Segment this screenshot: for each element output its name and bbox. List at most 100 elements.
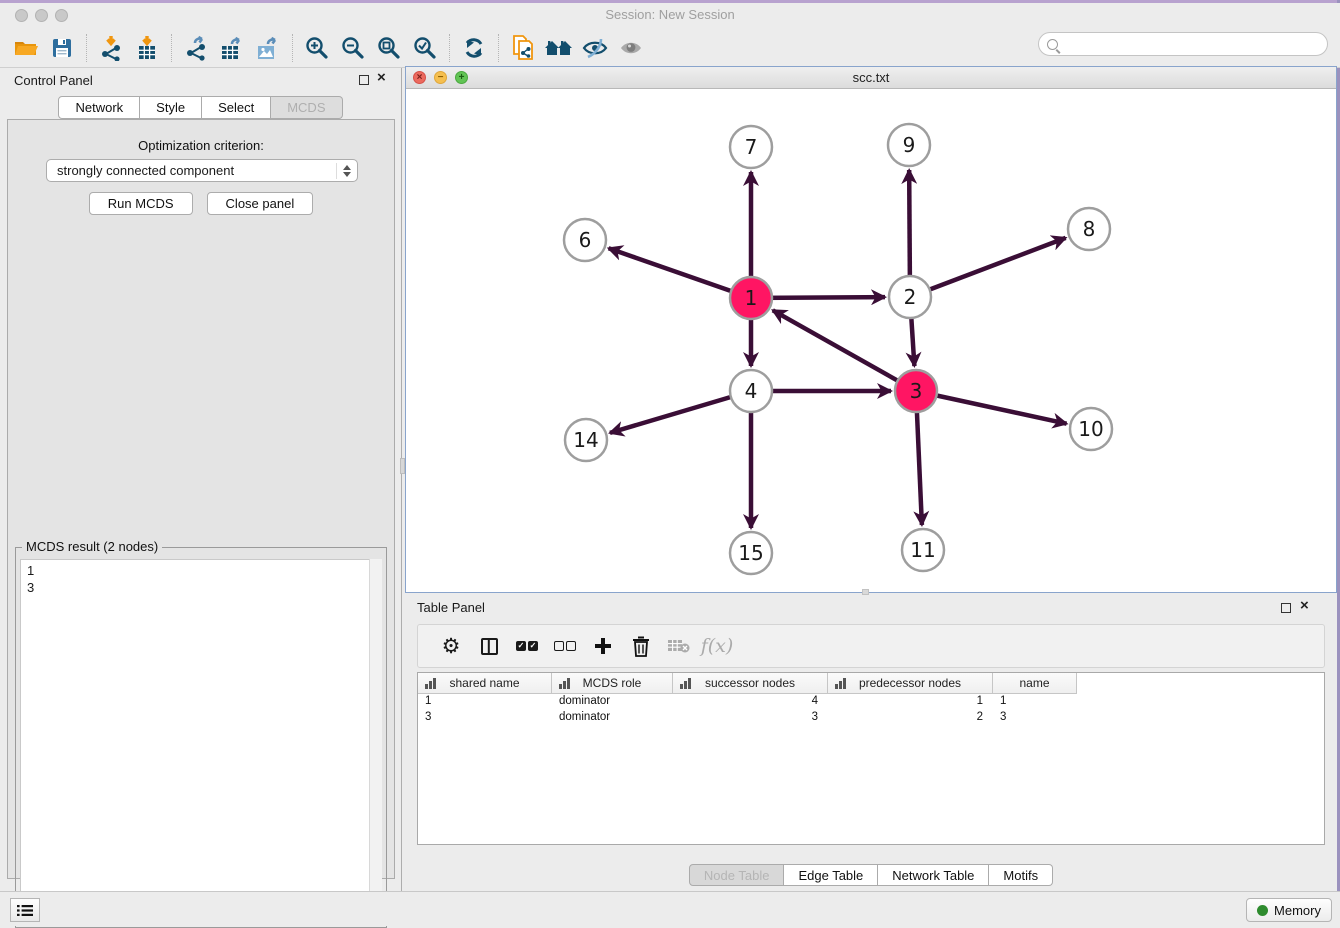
column-header-successor-nodes[interactable]: successor nodes bbox=[673, 673, 828, 694]
add-column-button[interactable] bbox=[584, 628, 622, 664]
cell-name[interactable]: 1 bbox=[993, 694, 1077, 710]
graph-node-6[interactable]: 6 bbox=[564, 219, 606, 261]
select-all-rows-button[interactable]: ✓✓ bbox=[508, 628, 546, 664]
float-panel-icon[interactable] bbox=[359, 75, 369, 85]
close-panel-button[interactable]: Close panel bbox=[207, 192, 314, 215]
save-session-button[interactable] bbox=[44, 32, 80, 64]
close-panel-icon[interactable]: × bbox=[377, 70, 386, 86]
graph-node-7[interactable]: 7 bbox=[730, 126, 772, 168]
toolbar-separator bbox=[292, 34, 293, 62]
cell-successor-nodes[interactable]: 4 bbox=[673, 694, 828, 710]
memory-status-icon bbox=[1257, 905, 1268, 916]
graph-edge-1-6[interactable] bbox=[609, 248, 751, 298]
zoom-out-button[interactable] bbox=[335, 32, 371, 64]
network-window-titlebar: × − + scc.txt bbox=[406, 67, 1336, 89]
cell-predecessor-nodes[interactable]: 1 bbox=[828, 694, 993, 710]
cell-shared-name[interactable]: 1 bbox=[418, 694, 552, 710]
result-scrollbar[interactable] bbox=[369, 559, 382, 923]
open-session-button[interactable] bbox=[8, 32, 44, 64]
cell-successor-nodes[interactable]: 3 bbox=[673, 710, 828, 726]
cell-MCDS-role[interactable]: dominator bbox=[552, 710, 673, 726]
home-button[interactable] bbox=[541, 32, 577, 64]
tab-network[interactable]: Network bbox=[58, 96, 140, 119]
column-sort-icon[interactable] bbox=[835, 678, 846, 692]
function-builder-button[interactable]: f(x) bbox=[698, 628, 736, 664]
close-panel-icon[interactable]: × bbox=[1300, 598, 1309, 614]
tab-style[interactable]: Style bbox=[140, 96, 202, 119]
graph-edge-2-8[interactable] bbox=[910, 238, 1066, 297]
table-panel-title: Table Panel bbox=[417, 600, 485, 615]
zoom-in-button[interactable] bbox=[299, 32, 335, 64]
graph-edge-3-1[interactable] bbox=[773, 310, 916, 391]
control-panel-title: Control Panel bbox=[14, 73, 93, 88]
delete-table-button[interactable] bbox=[660, 628, 698, 664]
import-network-button[interactable] bbox=[93, 32, 129, 64]
graph-node-1[interactable]: 1 bbox=[730, 277, 772, 319]
tab-edge-table[interactable]: Edge Table bbox=[784, 864, 878, 886]
cell-shared-name[interactable]: 3 bbox=[418, 710, 552, 726]
mcds-result-field: MCDS result (2 nodes) 1 3 bbox=[15, 547, 387, 928]
import-table-button[interactable] bbox=[129, 32, 165, 64]
column-header-MCDS-role[interactable]: MCDS role bbox=[552, 673, 673, 694]
deselect-all-icon bbox=[554, 641, 576, 651]
graph-node-10[interactable]: 10 bbox=[1070, 408, 1112, 450]
gear-icon: ⚙ bbox=[442, 636, 461, 657]
table-row[interactable]: 1dominator411 bbox=[418, 694, 1324, 710]
show-hide-graphics-button[interactable] bbox=[577, 32, 613, 64]
table-settings-button[interactable]: ⚙ bbox=[432, 628, 470, 664]
show-columns-button[interactable] bbox=[470, 628, 508, 664]
column-header-predecessor-nodes[interactable]: predecessor nodes bbox=[828, 673, 993, 694]
export-table-button[interactable] bbox=[214, 32, 250, 64]
search-input[interactable] bbox=[1064, 35, 1327, 53]
show-panels-button[interactable] bbox=[10, 898, 40, 922]
tab-network-table[interactable]: Network Table bbox=[878, 864, 989, 886]
column-label: successor nodes bbox=[705, 676, 795, 690]
graph-node-label: 14 bbox=[573, 428, 598, 452]
export-table-icon bbox=[218, 35, 246, 61]
mcds-result-text[interactable]: 1 3 bbox=[20, 559, 382, 923]
zoom-selected-button[interactable] bbox=[407, 32, 443, 64]
graph-node-3[interactable]: 3 bbox=[895, 370, 937, 412]
eye-button[interactable] bbox=[613, 32, 649, 64]
network-canvas[interactable]: 1 2 3 4 6 7 8 9 10 11 14 15 bbox=[406, 89, 1336, 592]
column-sort-icon[interactable] bbox=[425, 678, 436, 692]
zoom-out-icon bbox=[340, 35, 366, 61]
run-mcds-button[interactable]: Run MCDS bbox=[89, 192, 193, 215]
memory-button[interactable]: Memory bbox=[1246, 898, 1332, 922]
trash-icon bbox=[631, 635, 651, 657]
graph-node-8[interactable]: 8 bbox=[1068, 208, 1110, 250]
column-header-shared-name[interactable]: shared name bbox=[418, 673, 552, 694]
tab-select[interactable]: Select bbox=[202, 96, 271, 119]
tab-node-table[interactable]: Node Table bbox=[689, 864, 785, 886]
duplicate-network-button[interactable] bbox=[505, 32, 541, 64]
graph-node-11[interactable]: 11 bbox=[902, 529, 944, 571]
graph-node-14[interactable]: 14 bbox=[565, 419, 607, 461]
tab-mcds[interactable]: MCDS bbox=[271, 96, 342, 119]
refresh-button[interactable] bbox=[456, 32, 492, 64]
graph-edge-3-10[interactable] bbox=[916, 391, 1067, 424]
app-window: { "titlebar": { "title": "Session: New S… bbox=[0, 0, 1340, 926]
export-image-button[interactable] bbox=[250, 32, 286, 64]
export-network-button[interactable] bbox=[178, 32, 214, 64]
table-row[interactable]: 3dominator323 bbox=[418, 710, 1324, 726]
delete-column-button[interactable] bbox=[622, 628, 660, 664]
zoom-fit-icon bbox=[376, 35, 402, 61]
cell-name[interactable]: 3 bbox=[993, 710, 1077, 726]
list-icon bbox=[17, 904, 33, 917]
graph-node-15[interactable]: 15 bbox=[730, 532, 772, 574]
graph-node-4[interactable]: 4 bbox=[730, 370, 772, 412]
column-header-name[interactable]: name bbox=[993, 673, 1077, 694]
tab-motifs[interactable]: Motifs bbox=[989, 864, 1053, 886]
control-panel-header: Control Panel × bbox=[0, 68, 401, 94]
cell-predecessor-nodes[interactable]: 2 bbox=[828, 710, 993, 726]
graph-node-2[interactable]: 2 bbox=[889, 276, 931, 318]
cell-MCDS-role[interactable]: dominator bbox=[552, 694, 673, 710]
column-sort-icon[interactable] bbox=[559, 678, 570, 692]
float-panel-icon[interactable] bbox=[1281, 603, 1291, 613]
criterion-select[interactable]: strongly connected component bbox=[46, 159, 358, 182]
table-panel-header: Table Panel × bbox=[405, 595, 1337, 619]
graph-node-9[interactable]: 9 bbox=[888, 124, 930, 166]
deselect-all-rows-button[interactable] bbox=[546, 628, 584, 664]
column-sort-icon[interactable] bbox=[680, 678, 691, 692]
zoom-fit-button[interactable] bbox=[371, 32, 407, 64]
